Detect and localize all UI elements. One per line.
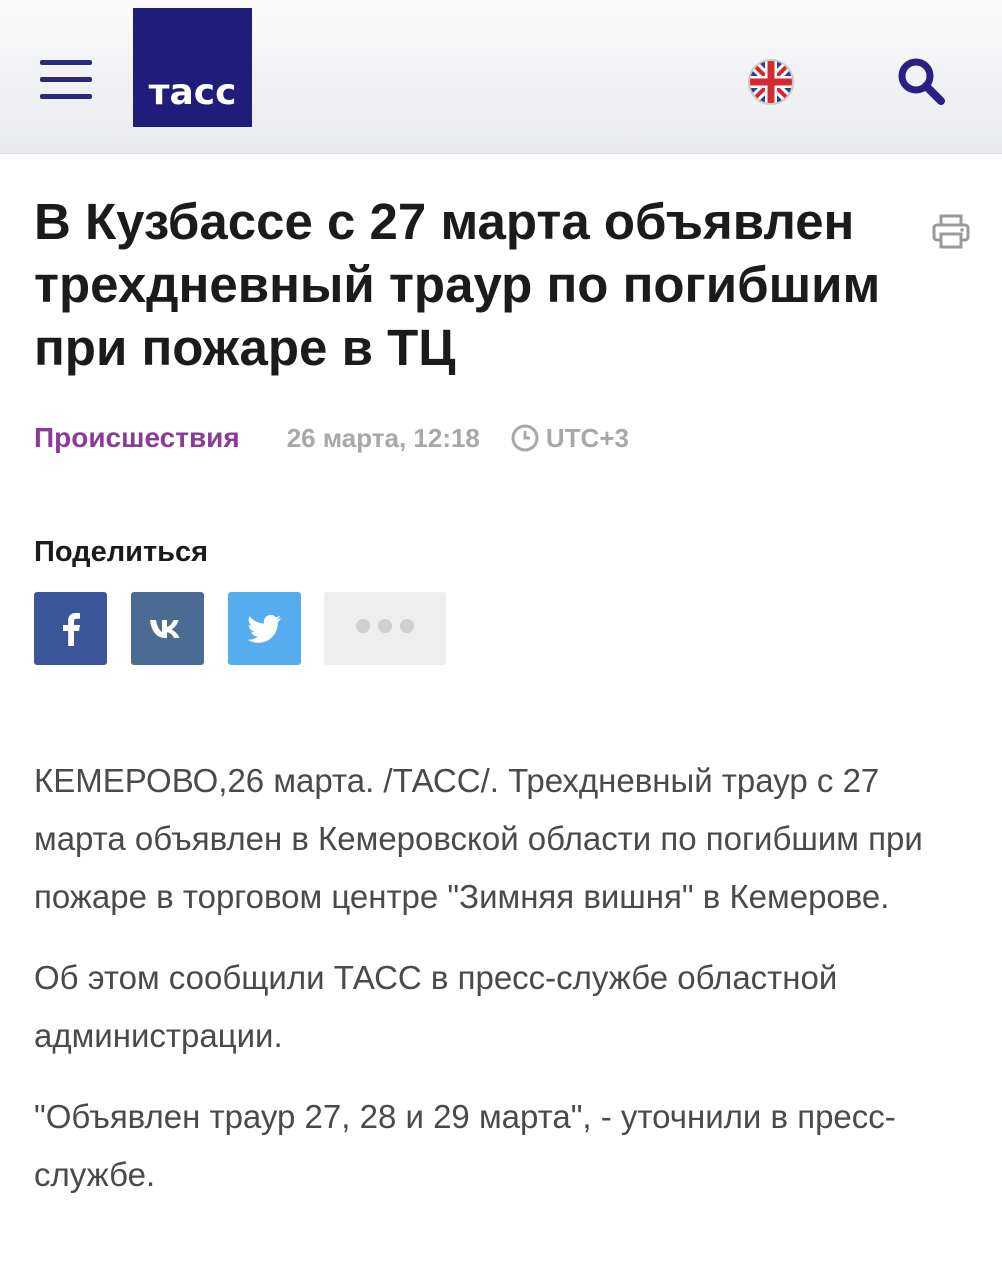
- paragraph: Об этом сообщили ТАСС в пресс-службе обл…: [34, 959, 838, 1054]
- top-header: тасс: [0, 0, 1002, 154]
- article-title: В Кузбассе с 27 марта объявлен трехдневн…: [34, 193, 881, 376]
- facebook-share-button[interactable]: [34, 592, 107, 665]
- logo-text: тасс: [148, 72, 237, 113]
- vk-icon: [149, 619, 179, 638]
- hamburger-menu-icon[interactable]: [40, 60, 92, 106]
- uk-flag-icon[interactable]: [747, 58, 795, 106]
- share-label: Поделиться: [34, 536, 209, 568]
- paragraph: "Объявлен траур 27, 28 и 29 марта", - ут…: [34, 1098, 896, 1193]
- article-meta: Происшествия 26 марта, 12:18 UTC+3: [34, 420, 629, 456]
- twitter-icon: [247, 614, 281, 643]
- publish-date: 26 марта, 12:18: [286, 422, 480, 453]
- paragraph: КЕМЕРОВО,26 марта. /ТАСС/. Трехдневный т…: [34, 762, 923, 915]
- twitter-share-button[interactable]: [228, 592, 301, 665]
- clock-icon: [511, 424, 539, 452]
- article-body: КЕМЕРОВО,26 марта. /ТАСС/. Трехдневный т…: [34, 752, 954, 1227]
- facebook-icon: [62, 612, 80, 646]
- more-share-button[interactable]: [324, 592, 446, 665]
- timezone-label: UTC+3: [545, 422, 629, 453]
- printer-icon[interactable]: [932, 214, 970, 250]
- more-dots-icon: [352, 619, 418, 638]
- vk-share-button[interactable]: [131, 592, 204, 665]
- search-icon[interactable]: [896, 56, 948, 108]
- tass-logo[interactable]: тасс: [133, 8, 252, 127]
- category-link[interactable]: Происшествия: [34, 422, 240, 454]
- timezone: UTC+3: [510, 423, 629, 454]
